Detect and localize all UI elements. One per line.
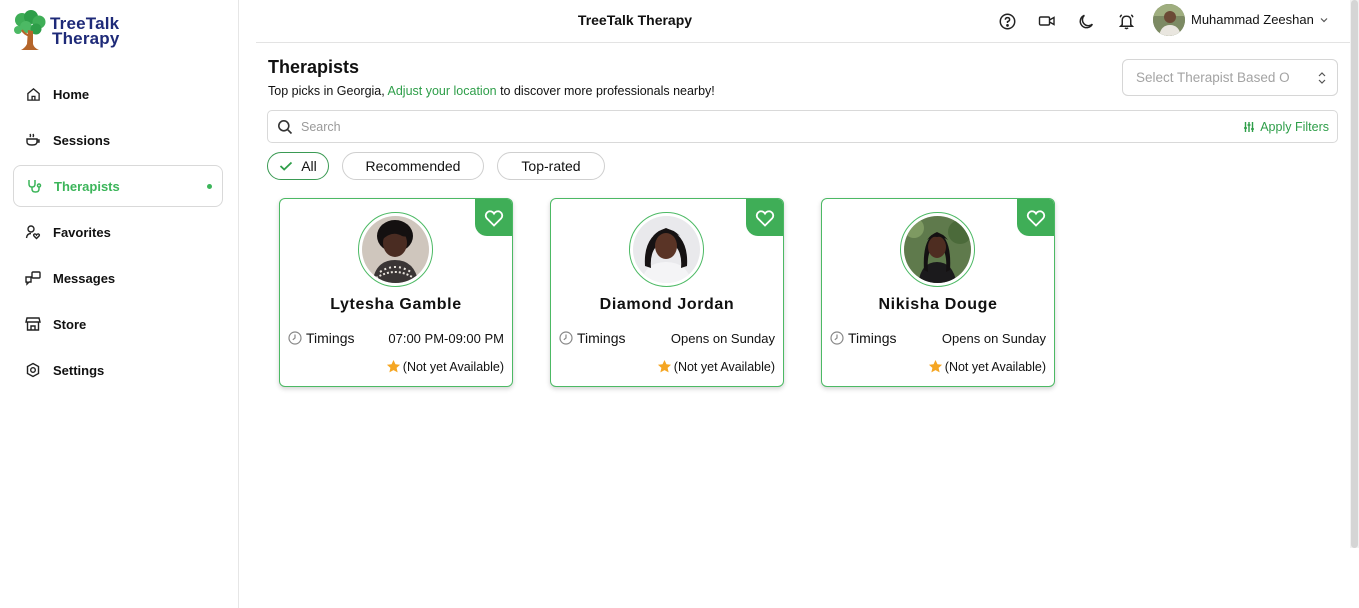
therapist-rating: (Not yet Available) — [657, 359, 775, 374]
therapist-name: Diamond Jordan — [599, 296, 735, 313]
rating-text: (Not yet Available) — [673, 359, 775, 374]
chip-recommended[interactable]: Recommended — [342, 152, 484, 180]
user-heart-icon — [25, 224, 41, 240]
chip-label: Recommended — [365, 158, 461, 174]
therapist-name: Lytesha Gamble — [330, 296, 462, 313]
search-input[interactable] — [301, 117, 1201, 137]
therapist-card[interactable]: Lytesha Gamble Timings 07:00 PM-09:00 PM… — [279, 198, 513, 387]
subtitle-prefix: Top picks in Georgia, — [268, 84, 388, 98]
help-icon[interactable] — [996, 10, 1018, 32]
brand-logo[interactable]: TreeTalk Therapy — [12, 10, 120, 52]
sidebar-item-messages[interactable]: Messages — [13, 257, 223, 299]
scrollbar-thumb[interactable] — [1351, 0, 1358, 548]
favorite-button[interactable] — [746, 199, 783, 236]
apply-filters-label: Apply Filters — [1260, 120, 1329, 134]
sidebar-item-label: Sessions — [53, 132, 111, 148]
filter-chips: All Recommended Top-rated — [267, 152, 618, 180]
home-icon — [25, 86, 41, 102]
stethoscope-icon — [26, 178, 42, 194]
chip-top-rated[interactable]: Top-rated — [497, 152, 605, 180]
sidebar: TreeTalk Therapy Home Sessions Therapist… — [0, 0, 239, 608]
sidebar-item-label: Therapists — [54, 178, 120, 194]
top-header: TreeTalk Therapy Muhammad Zeeshan — [256, 0, 1350, 43]
sidebar-item-therapists[interactable]: Therapists — [13, 165, 223, 207]
page-subtitle: Top picks in Georgia, Adjust your locati… — [268, 84, 715, 98]
subtitle-suffix: to discover more professionals nearby! — [496, 84, 715, 98]
therapist-name: Nikisha Douge — [878, 296, 998, 313]
heart-icon — [755, 209, 774, 227]
select-placeholder: Select Therapist Based O — [1136, 70, 1290, 85]
therapist-photo — [358, 212, 433, 287]
brand-name: TreeTalk Therapy — [50, 15, 120, 48]
chat-icon — [25, 270, 41, 286]
therapist-photo — [900, 212, 975, 287]
timings-text: Timings — [848, 330, 897, 346]
star-icon — [928, 359, 942, 373]
page-scrollbar[interactable] — [1350, 0, 1359, 548]
main-content: Therapists Top picks in Georgia, Adjust … — [256, 43, 1350, 608]
clock-icon — [830, 331, 844, 345]
rating-text: (Not yet Available) — [402, 359, 504, 374]
timings-text: Timings — [577, 330, 626, 346]
search-bar: Apply Filters — [267, 110, 1338, 143]
user-avatar[interactable] — [1153, 4, 1185, 36]
select-arrows-icon — [1317, 71, 1327, 88]
star-icon — [657, 359, 671, 373]
moon-icon[interactable] — [1075, 10, 1097, 32]
rating-text: (Not yet Available) — [944, 359, 1046, 374]
timings-label: Timings — [288, 330, 355, 346]
favorite-button[interactable] — [475, 199, 512, 236]
heart-icon — [484, 209, 503, 227]
tree-logo-icon — [12, 10, 50, 52]
apply-filters-button[interactable]: Apply Filters — [1243, 120, 1329, 134]
store-icon — [25, 316, 41, 332]
therapist-card[interactable]: Diamond Jordan Timings Opens on Sunday (… — [550, 198, 784, 387]
app-root: TreeTalk Therapy Home Sessions Therapist… — [0, 0, 1359, 608]
chip-label: All — [301, 158, 317, 174]
bell-icon[interactable] — [1115, 10, 1137, 32]
chip-all[interactable]: All — [267, 152, 329, 180]
therapist-card[interactable]: Nikisha Douge Timings Opens on Sunday (N… — [821, 198, 1055, 387]
settings-icon — [25, 362, 41, 378]
coffee-cup-icon — [25, 132, 41, 148]
sidebar-item-label: Store — [53, 316, 87, 332]
therapist-timing-value: 07:00 PM-09:00 PM — [388, 331, 504, 346]
sidebar-item-label: Settings — [53, 362, 105, 378]
star-icon — [386, 359, 400, 373]
timings-label: Timings — [559, 330, 626, 346]
timings-label: Timings — [830, 330, 897, 346]
user-name[interactable]: Muhammad Zeeshan — [1191, 12, 1314, 27]
chip-label: Top-rated — [521, 158, 581, 174]
search-icon — [277, 119, 293, 140]
therapist-rating: (Not yet Available) — [928, 359, 1046, 374]
check-icon — [280, 161, 293, 171]
clock-icon — [288, 331, 302, 345]
sidebar-item-sessions[interactable]: Sessions — [13, 119, 223, 161]
sidebar-item-label: Favorites — [53, 224, 111, 240]
sidebar-item-label: Messages — [53, 270, 116, 286]
brand-line-2: Therapy — [52, 29, 120, 48]
therapist-timing-value: Opens on Sunday — [670, 331, 775, 346]
sliders-icon — [1244, 122, 1255, 132]
sidebar-item-favorites[interactable]: Favorites — [13, 211, 223, 253]
heart-icon — [1026, 209, 1045, 227]
sidebar-item-store[interactable]: Store — [13, 303, 223, 345]
video-icon[interactable] — [1036, 10, 1058, 32]
clock-icon — [559, 331, 573, 345]
therapist-rating: (Not yet Available) — [386, 359, 504, 374]
adjust-location-link[interactable]: Adjust your location — [388, 84, 497, 98]
page-title: Therapists — [268, 57, 360, 77]
therapist-timing-value: Opens on Sunday — [941, 331, 1046, 346]
chevron-down-icon[interactable] — [1318, 13, 1330, 25]
timings-text: Timings — [306, 330, 355, 346]
favorite-button[interactable] — [1017, 199, 1054, 236]
app-title: TreeTalk Therapy — [577, 12, 693, 28]
therapist-photo — [629, 212, 704, 287]
active-indicator-dot — [207, 184, 212, 189]
sidebar-item-settings[interactable]: Settings — [13, 349, 223, 391]
sidebar-nav: Home Sessions Therapists Favorites Messa… — [13, 73, 223, 395]
therapist-filter-select[interactable]: Select Therapist Based O — [1122, 59, 1338, 96]
sidebar-item-label: Home — [53, 86, 90, 102]
sidebar-item-home[interactable]: Home — [13, 73, 223, 115]
